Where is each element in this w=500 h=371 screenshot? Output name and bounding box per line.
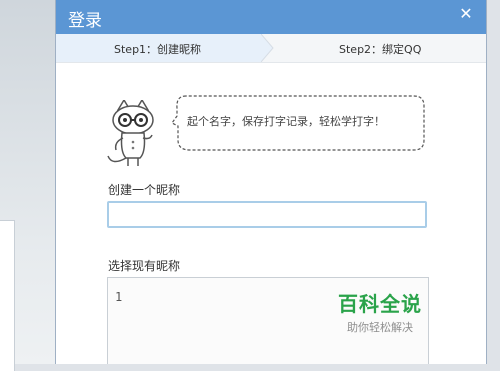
- nickname-input[interactable]: [107, 201, 427, 228]
- watermark: 百科全说 助你轻松解决: [338, 288, 422, 335]
- dialog-title: 登录: [68, 11, 102, 31]
- create-nickname-label: 创建一个昵称: [108, 183, 181, 197]
- login-dialog: 登录 ✕ Step1：创建昵称 Step2：绑定QQ 起个名字，保存打字记录，轻…: [55, 0, 487, 364]
- dialog-titlebar: 登录 ✕: [56, 0, 486, 34]
- background-card: [0, 220, 15, 371]
- watermark-slogan: 助你轻松解决: [347, 321, 413, 334]
- existing-nickname-label: 选择现有昵称: [108, 259, 181, 273]
- list-item[interactable]: 1: [115, 290, 122, 304]
- step-indicator: Step1：创建昵称 Step2：绑定QQ: [56, 34, 486, 63]
- step-2-label: Step2：绑定QQ: [339, 43, 422, 56]
- step-1-label: Step1：创建昵称: [114, 43, 202, 56]
- close-icon[interactable]: ✕: [456, 4, 476, 24]
- cat-mascot-icon: [107, 100, 154, 166]
- watermark-brand: 百科全说: [338, 292, 422, 316]
- step-arrow: [261, 34, 274, 62]
- bubble-text: 起个名字，保存打字记录，轻松学打字！: [187, 115, 385, 128]
- step-1: Step1：创建昵称: [56, 34, 261, 62]
